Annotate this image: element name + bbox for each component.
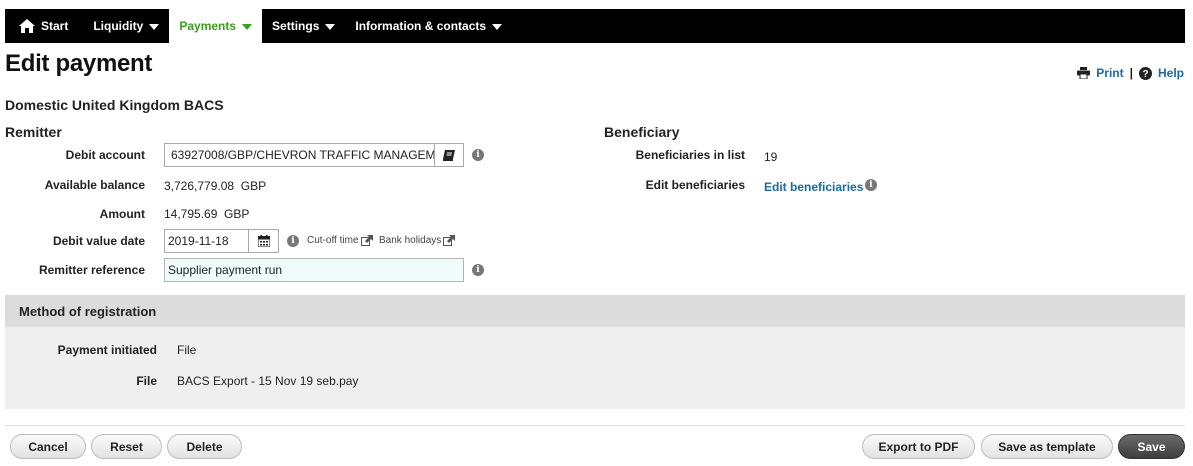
page-title: Edit payment bbox=[5, 50, 153, 77]
cancel-button[interactable]: Cancel bbox=[10, 434, 86, 459]
debit-account-select[interactable]: 63927008/GBP/CHEVRON TRAFFIC MANAGEMENT bbox=[164, 143, 435, 167]
remitter-reference-label: Remitter reference bbox=[38, 263, 145, 277]
nav-item-payments[interactable]: Payments bbox=[169, 9, 263, 43]
nav-item-start[interactable]: Start bbox=[5, 9, 83, 43]
help-label: Help bbox=[1157, 66, 1184, 80]
calendar-icon bbox=[257, 235, 270, 247]
file-label: File bbox=[136, 374, 157, 388]
available-balance-value: 3,726,779.08 GBP bbox=[164, 179, 267, 193]
help-icon: ? bbox=[1138, 66, 1152, 80]
info-icon[interactable]: i bbox=[865, 179, 877, 191]
amount-label: Amount bbox=[99, 207, 145, 221]
bank-holidays-link[interactable]: Bank holidays bbox=[379, 235, 456, 246]
link-separator: | bbox=[1129, 66, 1133, 80]
home-icon bbox=[19, 19, 35, 33]
bank-holidays-label: Bank holidays bbox=[379, 235, 442, 246]
debit-account-label: Debit account bbox=[65, 148, 145, 162]
save-button[interactable]: Save bbox=[1118, 434, 1185, 459]
registration-title: Method of registration bbox=[5, 295, 1185, 327]
help-link[interactable]: ? Help bbox=[1138, 66, 1184, 80]
nav-item-label: Information & contacts bbox=[355, 19, 487, 33]
account-book-button[interactable] bbox=[434, 143, 464, 167]
delete-button[interactable]: Delete bbox=[167, 434, 242, 459]
cutoff-time-link[interactable]: Cut-off time bbox=[307, 235, 373, 246]
remitter-title: Remitter bbox=[5, 124, 62, 140]
amount-value: 14,795.69 GBP bbox=[164, 207, 250, 221]
edit-beneficiaries-link[interactable]: Edit beneficiaries bbox=[764, 180, 863, 194]
nav-item-liquidity[interactable]: Liquidity bbox=[83, 9, 169, 43]
external-link-icon bbox=[443, 235, 456, 246]
nav-item-label: Payments bbox=[179, 19, 237, 33]
beneficiary-title: Beneficiary bbox=[604, 124, 680, 140]
svg-text:?: ? bbox=[1142, 69, 1148, 80]
external-link-icon bbox=[360, 235, 373, 246]
calendar-button[interactable] bbox=[248, 229, 279, 253]
nav-item-label: Start bbox=[41, 19, 69, 33]
debit-value-date-input[interactable]: 2019-11-18 bbox=[164, 229, 249, 253]
chevron-down-icon bbox=[242, 23, 253, 30]
payment-type: Domestic United Kingdom BACS bbox=[5, 97, 224, 113]
print-link[interactable]: Print bbox=[1077, 66, 1124, 80]
info-icon[interactable]: i bbox=[287, 235, 299, 247]
chevron-down-icon bbox=[492, 23, 503, 30]
file-value: BACS Export - 15 Nov 19 seb.pay bbox=[177, 374, 359, 388]
main-nav: Start Liquidity Payments Settings Inform… bbox=[5, 9, 1185, 43]
divider bbox=[5, 425, 1185, 426]
export-pdf-button[interactable]: Export to PDF bbox=[862, 434, 975, 459]
beneficiaries-in-list-label: Beneficiaries in list bbox=[635, 148, 745, 162]
available-balance-label: Available balance bbox=[44, 178, 145, 192]
payment-initiated-label: Payment initiated bbox=[57, 343, 157, 357]
nav-item-label: Liquidity bbox=[93, 19, 144, 33]
chevron-down-icon bbox=[325, 23, 336, 30]
edit-beneficiaries-label: Edit beneficiaries bbox=[645, 178, 745, 192]
nav-item-label: Settings bbox=[272, 19, 320, 33]
payment-initiated-value: File bbox=[177, 343, 197, 357]
info-icon[interactable]: i bbox=[472, 149, 484, 161]
save-as-template-button[interactable]: Save as template bbox=[981, 434, 1113, 459]
printer-icon bbox=[1077, 67, 1091, 79]
info-icon[interactable]: i bbox=[472, 264, 484, 276]
nav-item-information-contacts[interactable]: Information & contacts bbox=[345, 9, 512, 43]
reset-button[interactable]: Reset bbox=[91, 434, 162, 459]
remitter-reference-input[interactable]: Supplier payment run bbox=[164, 258, 464, 282]
cutoff-time-label: Cut-off time bbox=[307, 235, 359, 246]
nav-item-settings[interactable]: Settings bbox=[262, 9, 345, 43]
beneficiaries-in-list-value: 19 bbox=[764, 150, 778, 164]
book-icon bbox=[443, 149, 455, 161]
chevron-down-icon bbox=[149, 23, 160, 30]
top-links: Print | ? Help bbox=[1077, 66, 1184, 80]
print-label: Print bbox=[1096, 66, 1124, 80]
debit-value-date-label: Debit value date bbox=[52, 234, 145, 248]
